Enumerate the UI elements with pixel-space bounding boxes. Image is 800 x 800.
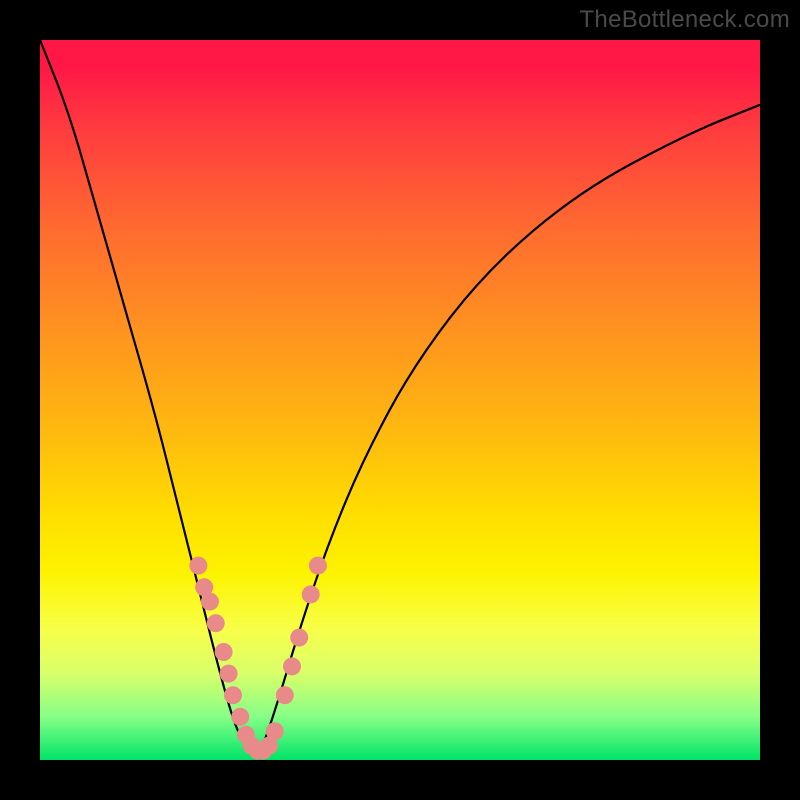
marker-point — [189, 557, 207, 575]
marker-group — [189, 557, 327, 760]
plot-area — [40, 40, 760, 760]
bottleneck-curve — [40, 40, 760, 754]
marker-point — [276, 686, 294, 704]
marker-point — [201, 593, 219, 611]
chart-svg — [40, 40, 760, 760]
marker-point — [283, 657, 301, 675]
marker-point — [266, 722, 284, 740]
marker-point — [224, 686, 242, 704]
marker-point — [215, 643, 233, 661]
chart-frame: TheBottleneck.com — [0, 0, 800, 800]
marker-point — [220, 665, 238, 683]
marker-point — [309, 557, 327, 575]
marker-point — [207, 614, 225, 632]
marker-point — [231, 708, 249, 726]
marker-point — [302, 585, 320, 603]
marker-point — [290, 629, 308, 647]
watermark-text: TheBottleneck.com — [579, 6, 790, 34]
